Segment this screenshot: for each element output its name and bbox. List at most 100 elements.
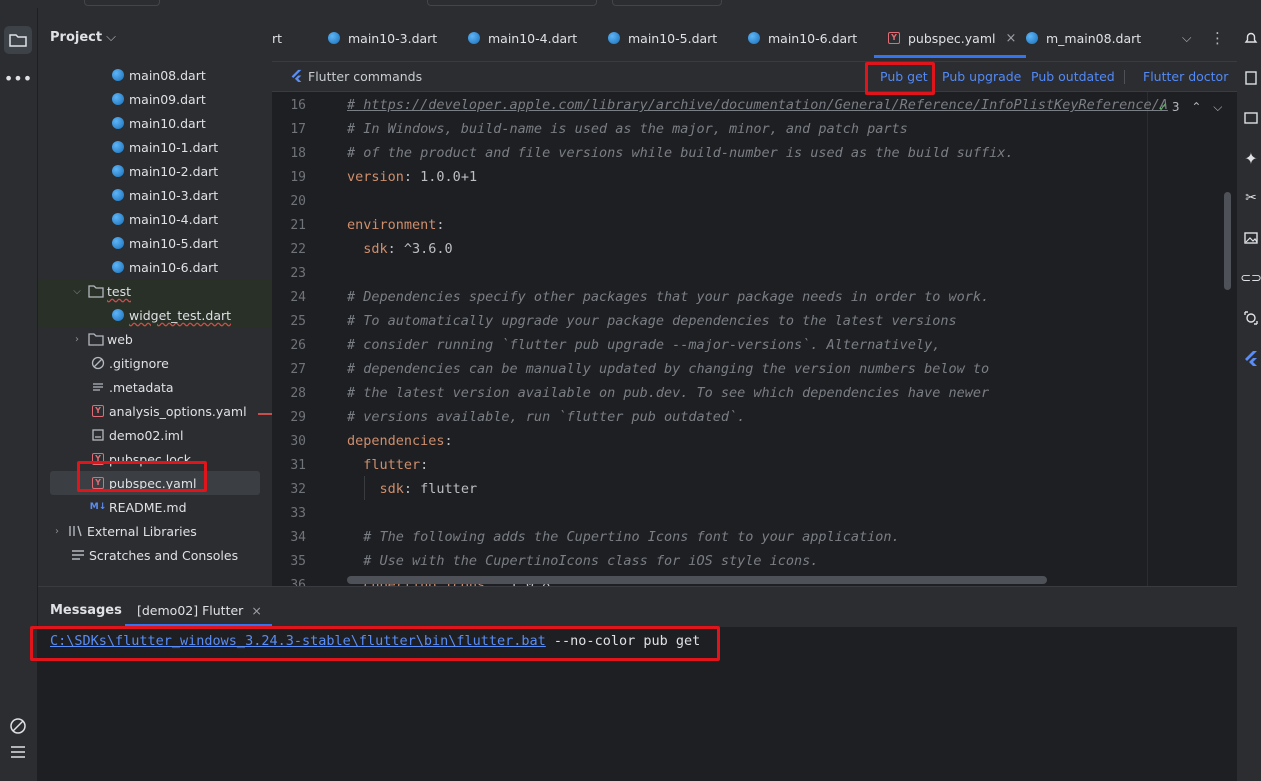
project-widget[interactable]	[84, 0, 160, 6]
dart-file-icon	[608, 32, 620, 44]
check-icon: ✓	[1158, 100, 1169, 114]
close-icon[interactable]: ×	[251, 603, 261, 618]
tree-item-main10-1[interactable]: main10-1.dart	[38, 135, 272, 159]
notifications-button[interactable]	[1241, 28, 1261, 48]
line-number: 20	[290, 194, 306, 209]
tree-item-label: main10-3.dart	[129, 187, 219, 203]
tree-item-pubspec-lock[interactable]: Ypubspec.lock	[38, 447, 272, 471]
sparkle-icon: ✦	[1244, 148, 1258, 168]
device-manager-button[interactable]	[1241, 108, 1261, 128]
tab-pubspec-yaml[interactable]: Ypubspec.yaml ×	[873, 28, 1027, 58]
database-button[interactable]	[1241, 68, 1261, 88]
tree-item-demo02-iml[interactable]: demo02.iml	[38, 423, 272, 447]
tab-demo02-flutter[interactable]: [demo02] Flutter ×	[125, 603, 272, 627]
code-comment: # the latest version available on pub.de…	[347, 385, 990, 401]
current-file-widget[interactable]	[612, 0, 722, 6]
yaml-file-icon: Y	[90, 475, 106, 491]
tree-item-pubspec-yaml[interactable]: Ypubspec.yaml	[50, 471, 260, 495]
test-folder-icon	[88, 283, 104, 299]
tree-item-main09[interactable]: main09.dart	[38, 87, 272, 111]
editor-vertical-scrollbar[interactable]	[1224, 192, 1231, 290]
tree-item-main10-2[interactable]: main10-2.dart	[38, 159, 272, 183]
tab-main10-4[interactable]: main10-4.dart	[468, 28, 577, 48]
tree-item-web-folder[interactable]: › web	[38, 327, 272, 351]
tree-item-main10-6[interactable]: main10-6.dart	[38, 255, 272, 279]
tab-main10-6[interactable]: main10-6.dart	[748, 28, 857, 48]
tree-item-main10[interactable]: main10.dart	[38, 111, 272, 135]
chevron-down-icon[interactable]: ⌵	[70, 286, 84, 297]
tab-truncated[interactable]: rt	[272, 28, 282, 48]
tree-item-analysis-options[interactable]: Yanalysis_options.yaml	[38, 399, 272, 423]
tree-item-main08[interactable]: main08.dart	[38, 63, 272, 87]
tools-button[interactable]: ✂	[1241, 188, 1261, 208]
project-header[interactable]: Project ⌵	[38, 8, 272, 70]
tree-item-scratches[interactable]: Scratches and Consoles	[38, 543, 272, 567]
pub-outdated-link[interactable]: Pub outdated	[1031, 69, 1115, 84]
editor-tab-bar: rt main10-3.dart main10-4.dart main10-5.…	[272, 8, 1237, 62]
tab-label: m_main08.dart	[1046, 30, 1142, 46]
messages-title: Messages	[50, 603, 122, 618]
link-button[interactable]: ⊂⊃	[1240, 268, 1261, 288]
terminal-tool-button[interactable]	[4, 738, 32, 766]
tree-item-label: pubspec.yaml	[109, 475, 197, 491]
tree-item-test-folder[interactable]: ⌵ test	[38, 279, 272, 303]
tab-more-button[interactable]: ⋮	[1210, 28, 1225, 48]
more-tools-button[interactable]: •••	[4, 64, 32, 92]
editor-horizontal-scrollbar[interactable]	[347, 576, 1047, 584]
pub-upgrade-link[interactable]: Pub upgrade	[942, 69, 1021, 84]
tree-item-readme[interactable]: M↓ README.md	[38, 495, 272, 519]
tree-item-label: .gitignore	[109, 355, 169, 371]
line-number: 36	[290, 578, 306, 586]
chevron-down-icon[interactable]: ⌵	[1213, 100, 1222, 114]
pub-get-link[interactable]: Pub get	[880, 69, 928, 84]
tree-item-label: main10-2.dart	[129, 163, 219, 179]
bell-icon	[1244, 32, 1258, 43]
yaml-key: sdk	[347, 241, 388, 257]
dart-file-icon	[748, 32, 760, 44]
tree-item-label: analysis_options.yaml	[109, 403, 247, 419]
ignore-file-icon	[90, 355, 106, 371]
project-panel: Project ⌵ main08.dart main09.dart main10.…	[38, 8, 308, 592]
tree-item-main10-3[interactable]: main10-3.dart	[38, 183, 272, 207]
tree-item-label: test	[107, 283, 132, 299]
line-number: 31	[290, 458, 306, 473]
tab-m-main08[interactable]: m_main08.dart	[1026, 28, 1141, 48]
code-line: version: 1.0.0+1	[347, 169, 478, 185]
tree-item-metadata[interactable]: .metadata	[38, 375, 272, 399]
project-tool-button[interactable]	[4, 26, 32, 54]
run-config-widget[interactable]	[427, 0, 597, 6]
flutter-button[interactable]	[1241, 348, 1261, 368]
ai-assistant-button[interactable]: ✦	[1241, 148, 1261, 168]
chevron-up-icon[interactable]: ⌃	[1191, 100, 1201, 114]
line-number: 26	[290, 338, 306, 353]
tree-item-widget-test[interactable]: widget_test.dart	[38, 303, 272, 327]
chevron-right-icon[interactable]: ›	[50, 526, 64, 537]
line-number: 17	[290, 122, 306, 137]
chevron-right-icon[interactable]: ›	[70, 334, 84, 345]
flutter-doctor-link[interactable]: Flutter doctor	[1143, 69, 1228, 84]
problems-tool-button[interactable]	[4, 712, 32, 740]
inspection-widget[interactable]: ✓ 3 ⌃ ⌵	[1158, 100, 1222, 115]
tree-item-label: demo02.iml	[109, 427, 184, 443]
tab-list-button[interactable]: ⌵	[1182, 28, 1191, 48]
code-editor[interactable]: 16 # https://developer.apple.com/library…	[272, 92, 1237, 586]
tree-item-main10-4[interactable]: main10-4.dart	[38, 207, 272, 231]
tab-main10-5[interactable]: main10-5.dart	[608, 28, 717, 48]
chevron-down-icon: ⌵	[106, 30, 116, 45]
gallery-button[interactable]	[1241, 228, 1261, 248]
flutter-commands-bar: Flutter commands Pub get Pub upgrade Pub…	[272, 62, 1237, 92]
tree-item-label: External Libraries	[87, 523, 197, 539]
close-icon[interactable]: ×	[1005, 31, 1016, 46]
tree-item-external-libraries[interactable]: › External Libraries	[38, 519, 272, 543]
tab-main10-3[interactable]: main10-3.dart	[328, 28, 437, 48]
tree-item-label: README.md	[109, 499, 187, 515]
tree-item-main10-5[interactable]: main10-5.dart	[38, 231, 272, 255]
code-comment-link[interactable]: # https://developer.apple.com/library/ar…	[347, 97, 1168, 113]
line-number: 24	[290, 290, 306, 305]
scratches-icon	[70, 547, 86, 563]
tree-item-label: main10.dart	[129, 115, 206, 131]
inspector-button[interactable]	[1241, 308, 1261, 328]
line-number: 18	[290, 146, 306, 161]
console-path-link[interactable]: C:\SDKs\flutter_windows_3.24.3-stable\fl…	[50, 633, 546, 649]
tree-item-gitignore[interactable]: .gitignore	[38, 351, 272, 375]
